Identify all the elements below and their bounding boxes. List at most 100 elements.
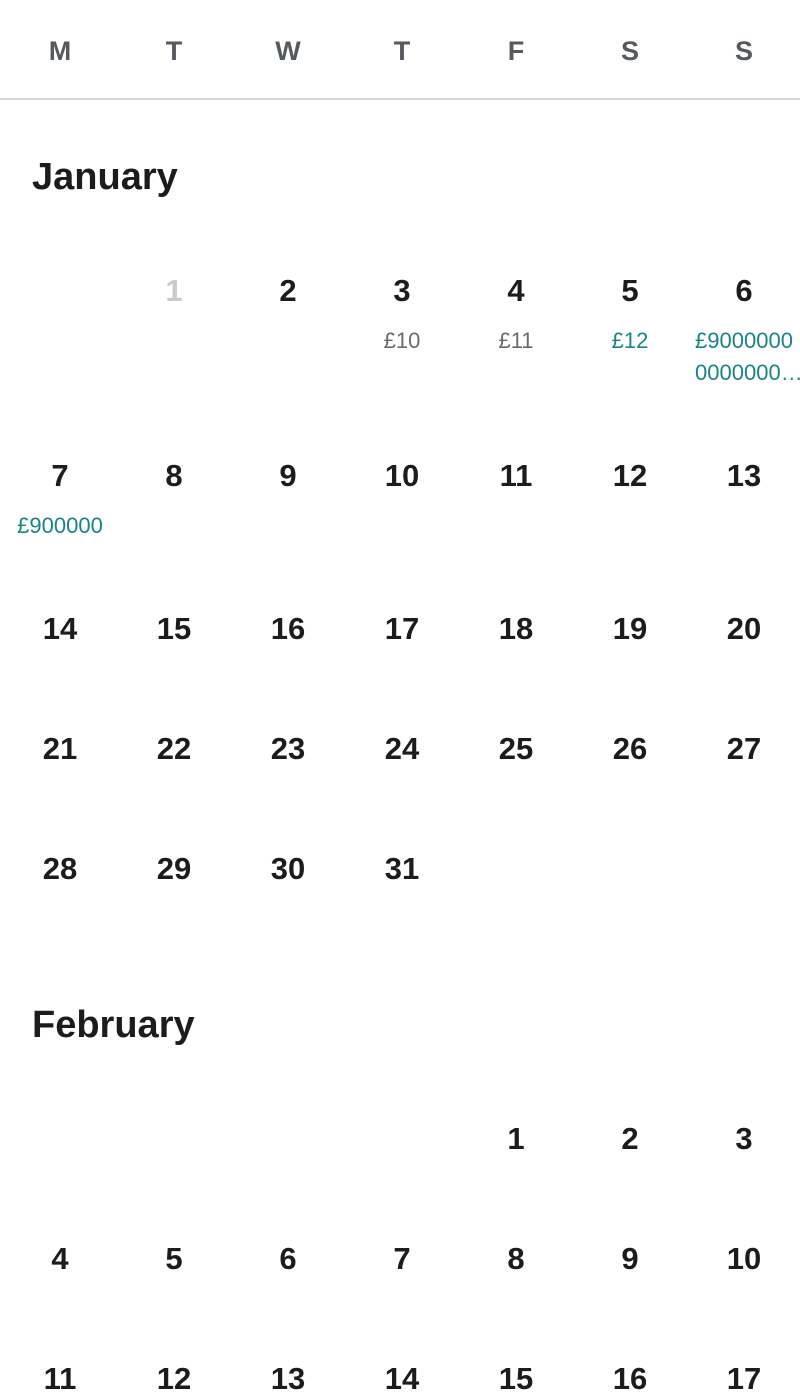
day-number: 9	[621, 1241, 639, 1276]
day-number: 6	[279, 1241, 297, 1276]
weekday-friday: F	[507, 36, 525, 66]
day-number: 12	[156, 1361, 192, 1396]
day-number: 27	[726, 731, 762, 766]
day-cell-jan-16[interactable]: 16	[231, 611, 345, 647]
day-number: 9	[279, 458, 297, 493]
day-number: 13	[270, 1361, 306, 1396]
day-cell-jan-31[interactable]: 31	[345, 851, 459, 887]
day-cell-jan-2[interactable]: 2	[231, 273, 345, 309]
day-number: 2	[279, 273, 297, 308]
day-number: 8	[507, 1241, 525, 1276]
day-cell-feb-5[interactable]: 5	[117, 1241, 231, 1277]
day-number: 4	[507, 273, 525, 308]
day-number: 19	[612, 611, 648, 646]
day-cell-jan-7[interactable]: 7 £900000	[3, 458, 117, 542]
day-price: £12	[611, 328, 649, 353]
day-number: 15	[156, 611, 192, 646]
day-cell-jan-9[interactable]: 9	[231, 458, 345, 494]
day-cell-feb-8[interactable]: 8	[459, 1241, 573, 1277]
day-number: 17	[384, 611, 420, 646]
day-cell-feb-14[interactable]: 14	[345, 1361, 459, 1397]
weekday-sunday: S	[734, 36, 753, 66]
day-number: 31	[384, 851, 420, 886]
day-number: 2	[621, 1121, 639, 1156]
day-cell-jan-6[interactable]: 6 £900000000000000000	[687, 273, 800, 389]
day-cell-jan-29[interactable]: 29	[117, 851, 231, 887]
day-price: £10	[383, 328, 421, 353]
day-number: 10	[384, 458, 420, 493]
day-number: 5	[621, 273, 639, 308]
day-number: 3	[393, 273, 411, 308]
day-cell-feb-17[interactable]: 17	[687, 1361, 800, 1397]
day-cell-jan-18[interactable]: 18	[459, 611, 573, 647]
day-cell-feb-4[interactable]: 4	[3, 1241, 117, 1277]
day-number: 6	[735, 273, 753, 308]
day-number: 28	[42, 851, 78, 886]
day-cell-jan-20[interactable]: 20	[687, 611, 800, 647]
day-number: 30	[270, 851, 306, 886]
day-number: 26	[612, 731, 648, 766]
day-cell-jan-13[interactable]: 13	[687, 458, 800, 494]
day-cell-feb-12[interactable]: 12	[117, 1361, 231, 1397]
day-number: 11	[499, 458, 533, 493]
day-cell-jan-23[interactable]: 23	[231, 731, 345, 767]
day-cell-feb-2[interactable]: 2	[573, 1121, 687, 1157]
day-cell-jan-4[interactable]: 4 £11	[459, 273, 573, 357]
day-number: 7	[393, 1241, 411, 1276]
day-cell-feb-15[interactable]: 15	[459, 1361, 573, 1397]
day-number: 20	[726, 611, 762, 646]
day-number: 5	[165, 1241, 183, 1276]
day-cell-jan-19[interactable]: 19	[573, 611, 687, 647]
day-cell-jan-15[interactable]: 15	[117, 611, 231, 647]
day-number: 3	[735, 1121, 753, 1156]
day-number: 22	[156, 731, 192, 766]
day-price: £900000000000000000	[695, 328, 793, 385]
day-number: 7	[51, 458, 69, 493]
day-number: 12	[612, 458, 648, 493]
day-cell-feb-10[interactable]: 10	[687, 1241, 800, 1277]
day-cell-feb-9[interactable]: 9	[573, 1241, 687, 1277]
day-cell-feb-16[interactable]: 16	[573, 1361, 687, 1397]
day-cell-jan-22[interactable]: 22	[117, 731, 231, 767]
day-cell-jan-26[interactable]: 26	[573, 731, 687, 767]
day-cell-feb-11[interactable]: 11	[3, 1361, 117, 1397]
day-cell-feb-7[interactable]: 7	[345, 1241, 459, 1277]
day-number: 16	[270, 611, 306, 646]
day-number: 29	[156, 851, 192, 886]
day-number: 8	[165, 458, 183, 493]
day-cell-jan-12[interactable]: 12	[573, 458, 687, 494]
day-cell-feb-1[interactable]: 1	[459, 1121, 573, 1157]
day-number: 13	[726, 458, 762, 493]
day-cell-jan-30[interactable]: 30	[231, 851, 345, 887]
day-cell-jan-27[interactable]: 27	[687, 731, 800, 767]
day-number: 1	[507, 1121, 525, 1156]
day-cell-jan-24[interactable]: 24	[345, 731, 459, 767]
day-price: £900000	[17, 513, 103, 538]
day-number: 23	[270, 731, 306, 766]
day-cell-jan-14[interactable]: 14	[3, 611, 117, 647]
day-number: 14	[384, 1361, 420, 1396]
day-cell-jan-28[interactable]: 28	[3, 851, 117, 887]
day-cell-jan-10[interactable]: 10	[345, 458, 459, 494]
day-cell-jan-21[interactable]: 21	[3, 731, 117, 767]
day-cell-jan-3[interactable]: 3 £10	[345, 273, 459, 357]
month-title-february: February	[32, 1004, 195, 1046]
day-number: 1	[165, 273, 183, 308]
weekday-thursday: T	[393, 36, 411, 66]
day-number: 18	[498, 611, 534, 646]
day-number: 10	[726, 1241, 762, 1276]
weekday-header: M T W T F S S	[0, 0, 800, 100]
day-cell-jan-5[interactable]: 5 £12	[573, 273, 687, 357]
day-number: 17	[726, 1361, 762, 1396]
day-cell-feb-13[interactable]: 13	[231, 1361, 345, 1397]
day-cell-jan-8[interactable]: 8	[117, 458, 231, 494]
weekday-saturday: S	[620, 36, 639, 66]
day-number: 4	[51, 1241, 69, 1276]
day-cell-jan-17[interactable]: 17	[345, 611, 459, 647]
day-cell-feb-3[interactable]: 3	[687, 1121, 800, 1157]
day-number: 21	[42, 731, 78, 766]
day-cell-jan-11[interactable]: 11	[459, 458, 573, 494]
day-cell-jan-25[interactable]: 25	[459, 731, 573, 767]
month-title-january: January	[32, 156, 178, 198]
day-cell-feb-6[interactable]: 6	[231, 1241, 345, 1277]
